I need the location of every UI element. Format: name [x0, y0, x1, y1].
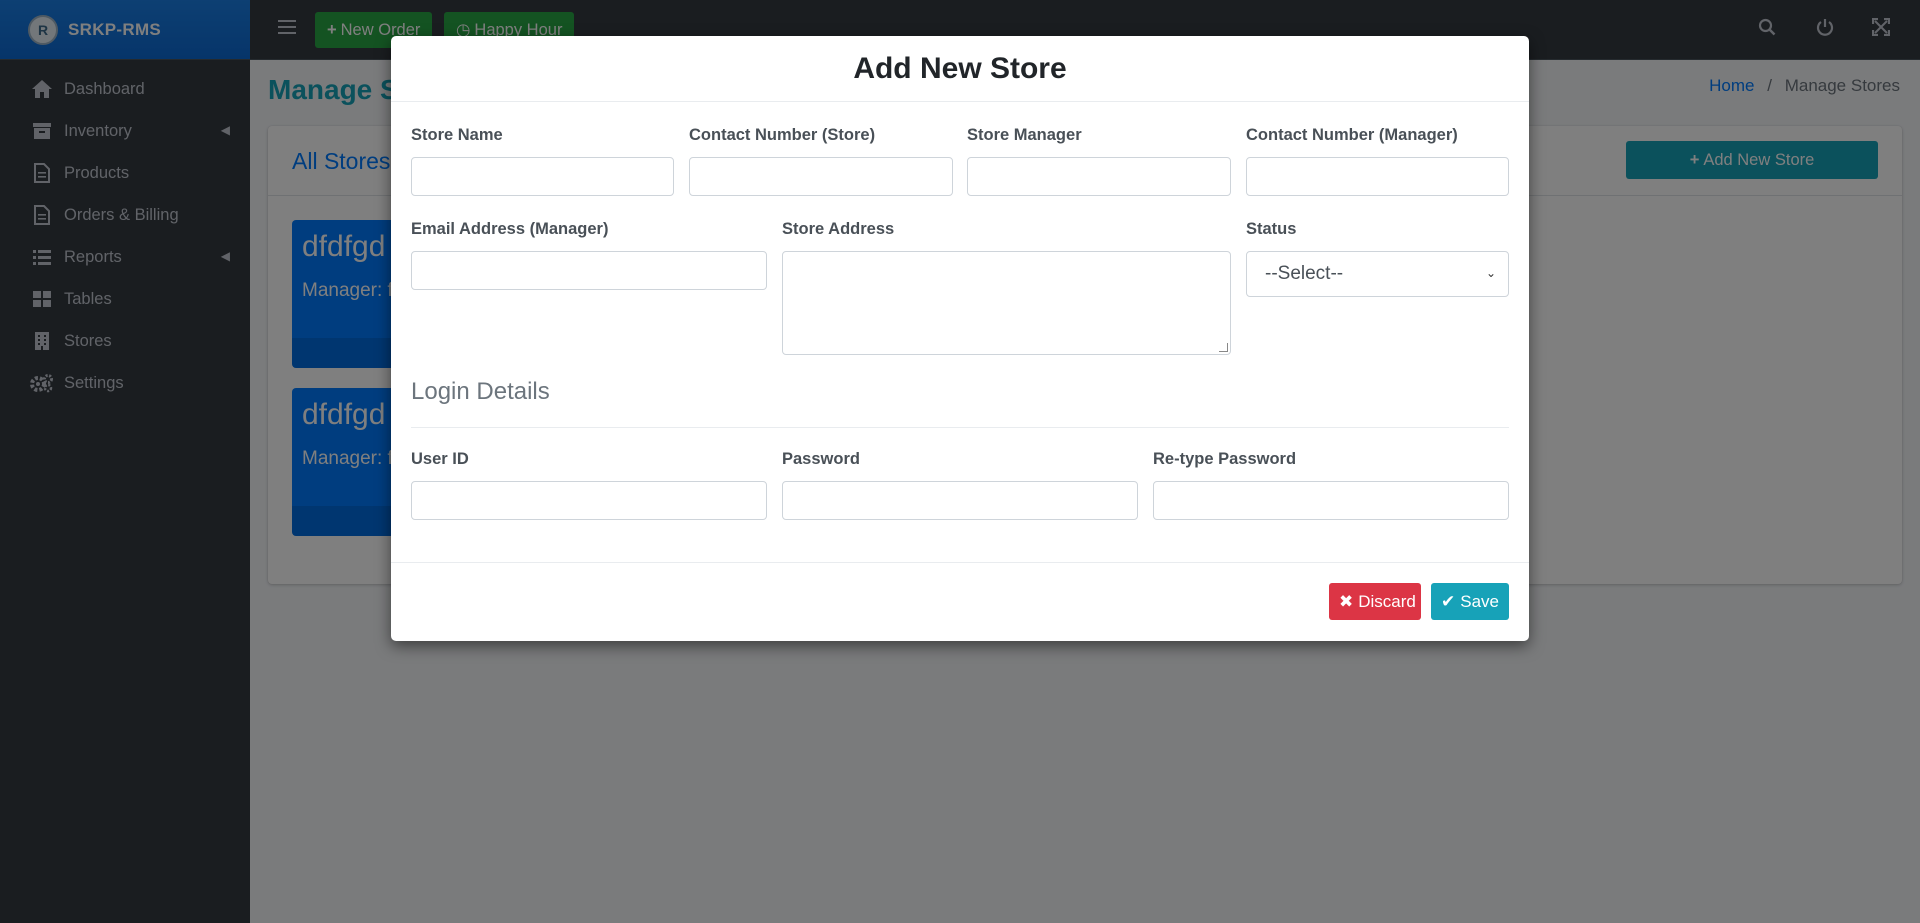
contact-manager-label: Contact Number (Manager): [1246, 126, 1458, 144]
status-select[interactable]: --Select-- ⌄: [1246, 251, 1509, 297]
store-manager-input[interactable]: [967, 157, 1231, 196]
status-label: Status: [1246, 220, 1297, 238]
modal-title: Add New Store: [853, 51, 1067, 85]
status-select-value: --Select--: [1265, 263, 1344, 284]
contact-store-input[interactable]: [689, 157, 953, 196]
password-label: Password: [782, 450, 860, 468]
chevron-down-icon: ⌄: [1485, 266, 1496, 280]
store-name-input[interactable]: [411, 157, 674, 196]
email-manager-input[interactable]: [411, 251, 767, 290]
contact-store-label: Contact Number (Store): [689, 126, 876, 144]
store-address-label: Store Address: [782, 220, 895, 238]
save-button[interactable]: ✔ Save: [1431, 583, 1509, 620]
retype-password-input[interactable]: [1153, 481, 1509, 520]
modal-body: Store Name Contact Number (Store) Store …: [391, 102, 1529, 563]
save-label: Save: [1460, 591, 1499, 611]
login-details-heading: Login Details: [411, 378, 550, 405]
contact-manager-input[interactable]: [1246, 157, 1509, 196]
discard-button[interactable]: ✖ Discard: [1329, 583, 1421, 620]
modal-header: Add New Store: [391, 36, 1529, 102]
store-address-textarea[interactable]: [782, 251, 1231, 355]
add-store-modal: Add New Store Store Name Contact Number …: [391, 36, 1529, 641]
user-id-input[interactable]: [411, 481, 767, 520]
retype-password-label: Re-type Password: [1153, 450, 1297, 468]
password-input[interactable]: [782, 481, 1138, 520]
check-icon: ✔: [1441, 591, 1456, 611]
discard-label: Discard: [1358, 591, 1416, 611]
modal-footer: ✖ Discard ✔ Save: [391, 563, 1529, 640]
store-name-label: Store Name: [411, 126, 503, 144]
section-divider: [411, 427, 1509, 428]
user-id-label: User ID: [411, 450, 469, 468]
close-icon: ✖: [1339, 591, 1354, 611]
email-manager-label: Email Address (Manager): [411, 220, 609, 238]
store-manager-label: Store Manager: [967, 126, 1082, 144]
